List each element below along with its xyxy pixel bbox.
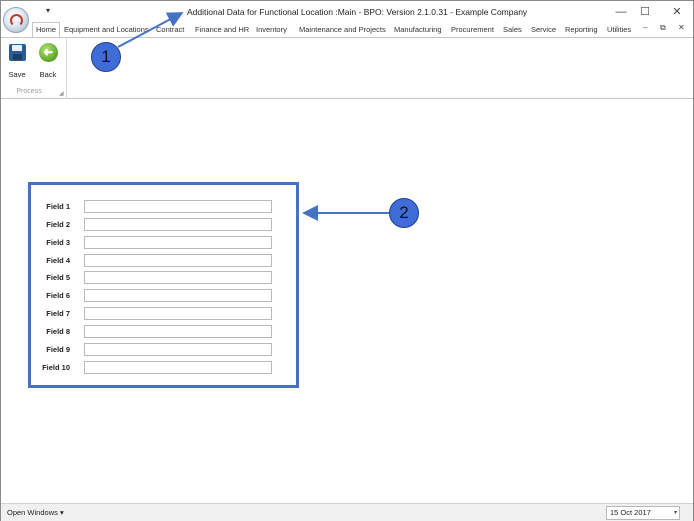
- app-window: ▾ Additional Data for Functional Locatio…: [0, 0, 694, 521]
- tab-home[interactable]: Home: [32, 22, 61, 38]
- date-picker[interactable]: 15 Oct 2017 ▾: [606, 506, 680, 520]
- group-label: Process: [16, 88, 42, 95]
- field-8-input[interactable]: [84, 325, 272, 338]
- mdi-minimize-button[interactable]: –: [643, 23, 647, 32]
- annotation-badge-1: 1: [91, 42, 121, 72]
- tab-utilities[interactable]: Utilities: [607, 23, 631, 37]
- ribbon-tabs: Home Equipment and Locations Contract Fi…: [1, 22, 693, 38]
- group-launcher-icon[interactable]: ◢: [59, 90, 64, 97]
- additional-data-form: Field 1 Field 2 Field 3 Field 4 Field 5 …: [28, 182, 299, 388]
- save-label: Save: [8, 70, 26, 79]
- tab-equipment-and-locations[interactable]: Equipment and Locations: [64, 23, 149, 37]
- annotation-badge-2: 2: [389, 198, 419, 228]
- field-9-input[interactable]: [84, 343, 272, 356]
- field-5-input[interactable]: [84, 271, 272, 284]
- tab-inventory[interactable]: Inventory: [256, 23, 287, 37]
- tab-finance-and-hr[interactable]: Finance and HR: [195, 23, 249, 37]
- title-bar: ▾ Additional Data for Functional Locatio…: [1, 1, 693, 33]
- field-2-input[interactable]: [84, 218, 272, 231]
- field-3-label: Field 3: [46, 238, 70, 247]
- back-label: Back: [39, 70, 57, 79]
- save-icon: [9, 44, 26, 61]
- field-9-label: Field 9: [46, 345, 70, 354]
- chevron-down-icon[interactable]: ▾: [674, 507, 677, 519]
- tab-maintenance-and-projects[interactable]: Maintenance and Projects: [299, 23, 386, 37]
- open-windows-menu[interactable]: Open Windows ▾: [7, 508, 64, 517]
- tab-contract[interactable]: Contract: [156, 23, 184, 37]
- field-10-label: Field 10: [42, 363, 70, 372]
- field-6-label: Field 6: [46, 291, 70, 300]
- tab-manufacturing[interactable]: Manufacturing: [394, 23, 442, 37]
- tab-reporting[interactable]: Reporting: [565, 23, 598, 37]
- mdi-close-button[interactable]: ✕: [678, 23, 685, 32]
- status-bar: Open Windows ▾ 15 Oct 2017 ▾: [1, 503, 693, 521]
- back-button[interactable]: ➜ Back: [34, 42, 62, 79]
- field-2-label: Field 2: [46, 220, 70, 229]
- mdi-restore-button[interactable]: ⧉: [660, 23, 666, 33]
- field-3-input[interactable]: [84, 236, 272, 249]
- field-4-label: Field 4: [46, 256, 70, 265]
- field-1-label: Field 1: [46, 202, 70, 211]
- process-group: Save ➜ Back Process ◢: [1, 38, 67, 99]
- quick-access-dropdown[interactable]: ▾: [46, 6, 50, 15]
- field-1-input[interactable]: [84, 200, 272, 213]
- tab-service[interactable]: Service: [531, 23, 556, 37]
- save-button[interactable]: Save: [3, 42, 31, 79]
- back-arrow-icon: ➜: [39, 43, 58, 62]
- maximize-button[interactable]: ☐: [635, 5, 655, 19]
- date-value: 15 Oct 2017: [610, 508, 651, 517]
- tab-sales[interactable]: Sales: [503, 23, 522, 37]
- field-10-input[interactable]: [84, 361, 272, 374]
- tab-procurement[interactable]: Procurement: [451, 23, 494, 37]
- window-title: Additional Data for Functional Location …: [187, 7, 528, 17]
- minimize-button[interactable]: —: [611, 5, 631, 19]
- field-6-input[interactable]: [84, 289, 272, 302]
- field-8-label: Field 8: [46, 327, 70, 336]
- field-5-label: Field 5: [46, 273, 70, 282]
- close-button[interactable]: ✕: [667, 5, 687, 19]
- field-7-label: Field 7: [46, 309, 70, 318]
- field-4-input[interactable]: [84, 254, 272, 267]
- field-7-input[interactable]: [84, 307, 272, 320]
